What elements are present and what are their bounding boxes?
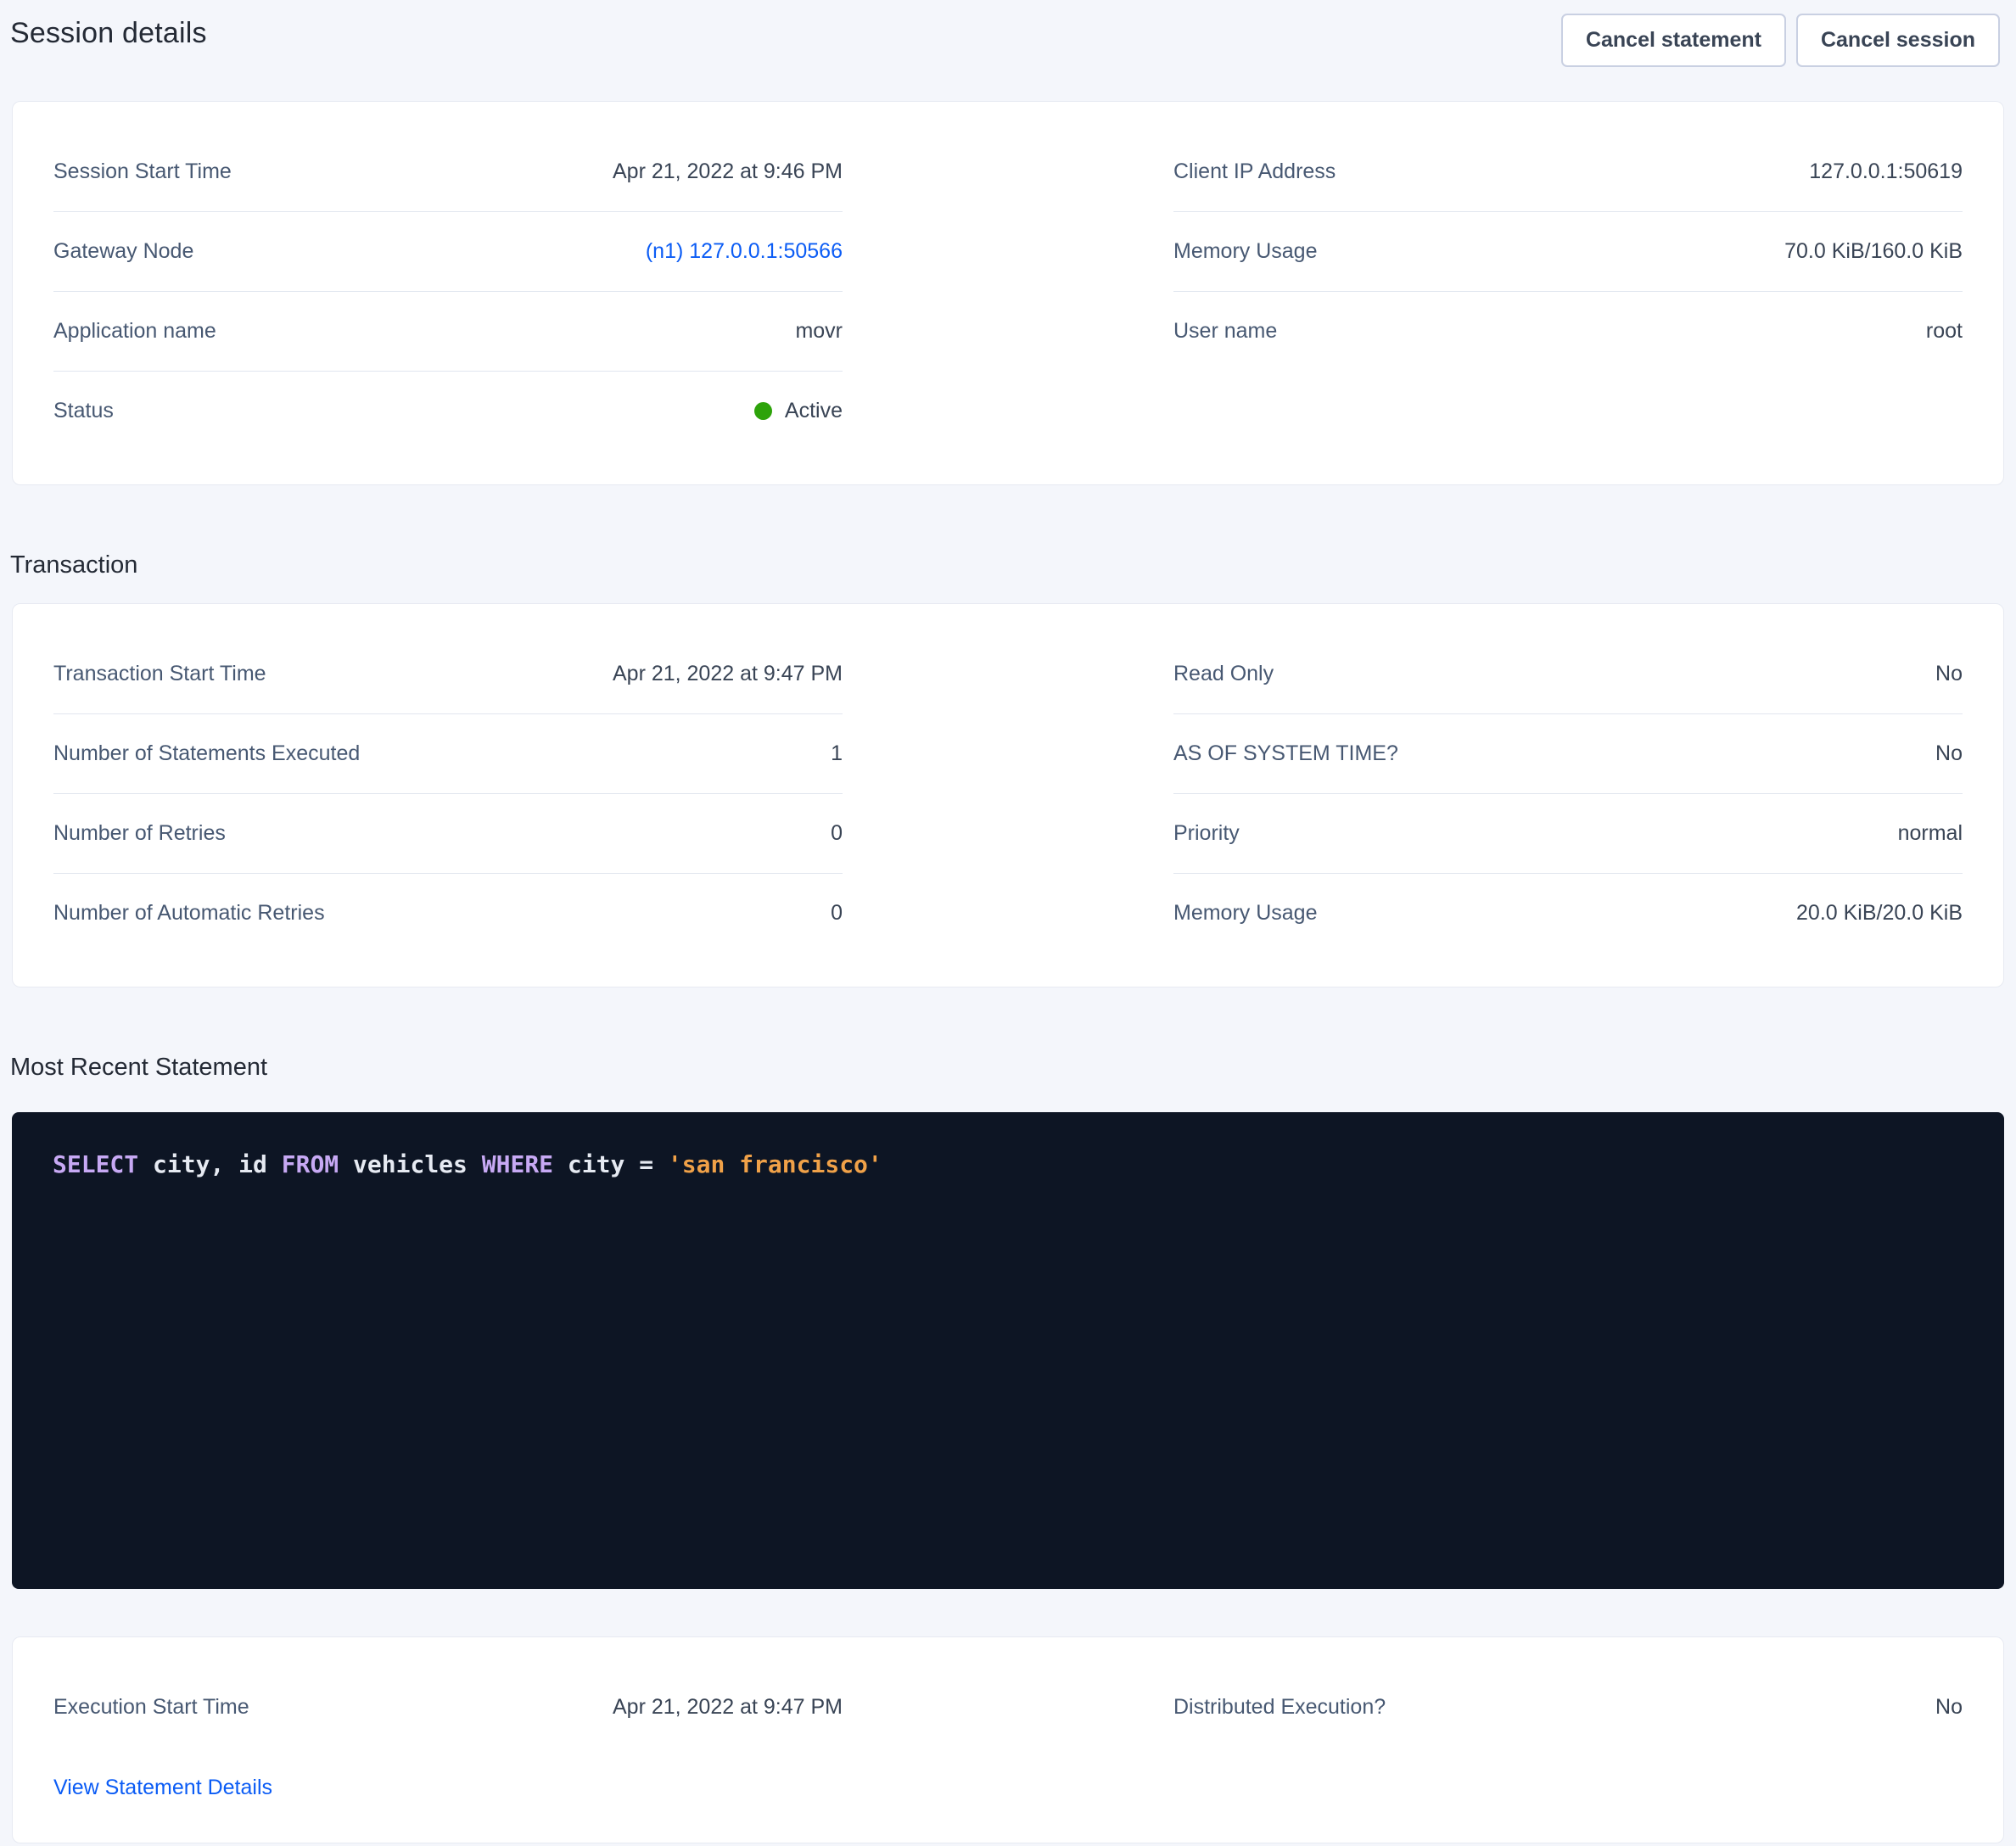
summary-row: Priority normal xyxy=(1173,794,1963,874)
row-label: Priority xyxy=(1173,821,1240,846)
transaction-right-column: Read Only No AS OF SYSTEM TIME? No Priority n… xyxy=(1173,635,1963,953)
row-label: Transaction Start Time xyxy=(53,662,266,686)
row-label: Session Start Time xyxy=(53,159,232,184)
sql-token-keyword: SELECT xyxy=(53,1150,138,1178)
row-value: 127.0.0.1:50619 xyxy=(1809,159,1963,184)
sql-statement-box: SELECT city, id FROM vehicles WHERE city… xyxy=(12,1112,2004,1589)
session-summary-card: Session Start Time Apr 21, 2022 at 9:46 P… xyxy=(12,101,2004,485)
execution-card: Execution Start Time Apr 21, 2022 at 9:47… xyxy=(12,1636,2004,1843)
summary-row: Distributed Execution? No xyxy=(1173,1668,1963,1747)
row-value: 70.0 KiB/160.0 KiB xyxy=(1784,239,1963,264)
row-value: movr xyxy=(795,319,843,344)
summary-row: Session Start Time Apr 21, 2022 at 9:46 P… xyxy=(53,132,843,212)
row-label: Application name xyxy=(53,319,216,344)
summary-row: Gateway Node (n1) 127.0.0.1:50566 xyxy=(53,212,843,292)
link-row: View Statement Details xyxy=(53,1747,843,1805)
row-label: Number of Statements Executed xyxy=(53,741,360,766)
row-value: Active xyxy=(754,399,843,423)
row-value: 20.0 KiB/20.0 KiB xyxy=(1796,901,1963,926)
summary-row: Application name movr xyxy=(53,292,843,372)
row-label: Read Only xyxy=(1173,662,1274,686)
row-label: Number of Retries xyxy=(53,821,226,846)
row-value: Apr 21, 2022 at 9:47 PM xyxy=(613,662,843,686)
summary-row: Transaction Start Time Apr 21, 2022 at 9:… xyxy=(53,635,843,714)
summary-row: Read Only No xyxy=(1173,635,1963,714)
summary-row: Number of Automatic Retries 0 xyxy=(53,874,843,953)
page-title: Session details xyxy=(10,17,207,50)
execution-rows: Execution Start Time Apr 21, 2022 at 9:47… xyxy=(53,1668,843,1747)
sql-statement: SELECT city, id FROM vehicles WHERE city… xyxy=(53,1150,1963,1180)
row-value: root xyxy=(1926,319,1963,344)
row-value: Apr 21, 2022 at 9:46 PM xyxy=(613,159,843,184)
summary-row: Memory Usage 70.0 KiB/160.0 KiB xyxy=(1173,212,1963,292)
page-header: Session details Cancel statement Cancel … xyxy=(0,0,2016,67)
row-value: No xyxy=(1935,741,1963,766)
row-label: Memory Usage xyxy=(1173,901,1318,926)
row-value: No xyxy=(1935,1695,1963,1720)
row-label: Distributed Execution? xyxy=(1173,1695,1386,1720)
summary-row: Client IP Address 127.0.0.1:50619 xyxy=(1173,132,1963,212)
transaction-left-column: Transaction Start Time Apr 21, 2022 at 9:… xyxy=(53,635,843,953)
statement-section-heading: Most Recent Statement xyxy=(10,1054,2016,1082)
transaction-section-heading: Transaction xyxy=(10,551,2016,579)
row-value: No xyxy=(1935,662,1963,686)
row-value: 1 xyxy=(831,741,843,766)
cancel-statement-button[interactable]: Cancel statement xyxy=(1561,14,1786,67)
row-label: Gateway Node xyxy=(53,239,193,264)
summary-row: Memory Usage 20.0 KiB/20.0 KiB xyxy=(1173,874,1963,953)
sql-token-keyword: WHERE xyxy=(482,1150,553,1178)
row-label: Execution Start Time xyxy=(53,1695,249,1720)
row-label: AS OF SYSTEM TIME? xyxy=(1173,741,1398,766)
header-actions: Cancel statement Cancel session xyxy=(1561,14,2000,67)
row-label: Status xyxy=(53,399,114,423)
row-label: Client IP Address xyxy=(1173,159,1336,184)
row-value-link[interactable]: (n1) 127.0.0.1:50566 xyxy=(646,239,843,264)
sql-token-string: 'san francisco' xyxy=(668,1150,882,1178)
row-value: 0 xyxy=(831,901,843,926)
summary-row: Number of Retries 0 xyxy=(53,794,843,874)
row-value: Apr 21, 2022 at 9:47 PM xyxy=(613,1695,843,1720)
sql-token-keyword: FROM xyxy=(282,1150,339,1178)
row-value: normal xyxy=(1898,821,1963,846)
sql-token-plain: city, id xyxy=(138,1150,282,1178)
summary-row: Number of Statements Executed 1 xyxy=(53,714,843,794)
row-label: User name xyxy=(1173,319,1277,344)
view-statement-details-link[interactable]: View Statement Details xyxy=(53,1776,272,1799)
session-summary-right-column: Client IP Address 127.0.0.1:50619 Memory U… xyxy=(1173,132,1963,450)
cancel-session-button[interactable]: Cancel session xyxy=(1796,14,2000,67)
summary-row: AS OF SYSTEM TIME? No xyxy=(1173,714,1963,794)
summary-row: User name root xyxy=(1173,292,1963,371)
execution-left-column: Execution Start Time Apr 21, 2022 at 9:47… xyxy=(53,1668,843,1805)
summary-row: Execution Start Time Apr 21, 2022 at 9:47… xyxy=(53,1668,843,1747)
sql-token-plain: vehicles xyxy=(339,1150,482,1178)
sql-token-plain: city = xyxy=(553,1150,668,1178)
row-label: Number of Automatic Retries xyxy=(53,901,325,926)
status-active-dot-icon xyxy=(754,402,772,420)
summary-row: Status Active xyxy=(53,372,843,450)
row-label: Memory Usage xyxy=(1173,239,1318,264)
transaction-card: Transaction Start Time Apr 21, 2022 at 9:… xyxy=(12,603,2004,987)
row-value: 0 xyxy=(831,821,843,846)
session-summary-left-column: Session Start Time Apr 21, 2022 at 9:46 P… xyxy=(53,132,843,450)
execution-right-column: Distributed Execution? No xyxy=(1173,1668,1963,1805)
